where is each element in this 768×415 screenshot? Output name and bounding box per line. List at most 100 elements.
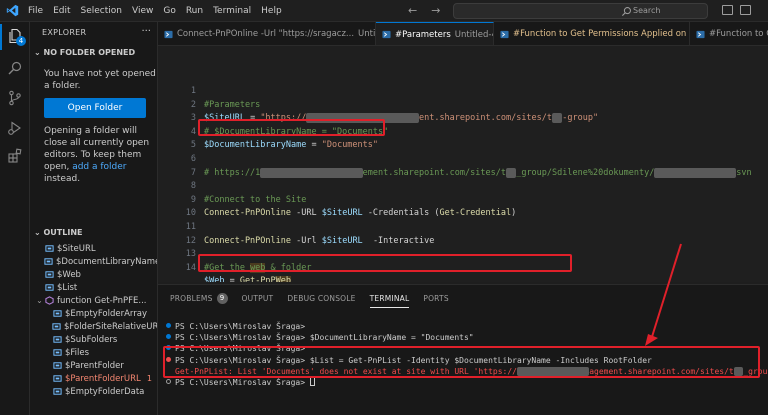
outline-item[interactable]: $FolderSiteRelativeURL [52, 320, 157, 333]
forward-arrow-icon[interactable]: → [431, 4, 440, 17]
code-line: 9 #Connect to the Site [158, 194, 768, 207]
line-number: 13 [185, 249, 196, 260]
code-token: ement.sharepoint.com/sites/t [362, 167, 506, 178]
panel-tab-debug-console[interactable]: DEBUG CONSOLE [287, 294, 355, 303]
outline-item[interactable]: $EmptyFolderData [52, 385, 157, 398]
menu-item-help[interactable]: Help [261, 6, 282, 16]
outline-item-label: $SiteURL [57, 243, 96, 254]
code-line: $Web = Get-PnPWeb [158, 275, 768, 282]
variable-symbol-icon [52, 374, 62, 384]
variable-symbol-icon [52, 335, 62, 345]
problem-count: 1 [146, 374, 152, 383]
run-debug-icon[interactable] [7, 120, 23, 136]
outline-item[interactable]: $Web [44, 268, 157, 281]
powershell-file-icon [696, 30, 705, 39]
panel-tab-label: PORTS [423, 293, 449, 303]
powershell-file-icon [382, 30, 391, 39]
panel-tab-output[interactable]: OUTPUT [242, 294, 274, 303]
outline-item[interactable]: $DocumentLibraryName [44, 255, 157, 268]
code-token: -Url [296, 235, 317, 246]
outline-section[interactable]: ⌄ OUTLINE [34, 228, 83, 237]
code-token: = [224, 276, 240, 282]
line-number: 8 [190, 181, 196, 192]
variable-symbol-icon [44, 283, 54, 293]
add-folder-link[interactable]: add a folder [72, 162, 126, 172]
outline-item[interactable]: ⌄ function Get-PnPFE... [36, 294, 157, 307]
panel-tab-ports[interactable]: PORTS [423, 294, 448, 303]
editor-tab[interactable]: #Function to Get All Permissions Applied [690, 22, 768, 45]
outline-item[interactable]: $ParentFolderURL 1 [52, 372, 157, 385]
menu-item-edit[interactable]: Edit [53, 6, 70, 16]
code-token: $SiteURL [321, 208, 363, 219]
command-center-search[interactable]: Search [453, 3, 708, 19]
code-token: $Web [204, 276, 225, 282]
no-folder-section[interactable]: ⌄ NO FOLDER OPENED [34, 48, 135, 57]
redacted-text: xx [552, 113, 563, 124]
code-token: "Documents" [321, 140, 379, 151]
code-token: Connect-PnPOnline [204, 235, 291, 246]
code-token: $DocumentLibraryName [204, 140, 307, 151]
source-control-icon[interactable] [7, 90, 23, 106]
line-number: 2 [190, 99, 196, 110]
outline-item[interactable]: $SiteURL [44, 242, 157, 255]
terminal-text: PS C:\Users\Miroslav Šraga> [175, 322, 306, 331]
search-icon[interactable] [7, 60, 23, 76]
extensions-icon[interactable] [7, 148, 23, 164]
line-number: 4 [190, 126, 196, 137]
code-editor[interactable]: 12#Parameters3$SiteURL = "https://xxxxxx… [158, 46, 768, 282]
menu-item-view[interactable]: View [132, 6, 153, 16]
terminal-text: PS C:\Users\Miroslav Šraga> [175, 378, 310, 387]
editor-tabs: Connect-PnPOnline -Url "https://sragacz.… [158, 22, 768, 46]
code-token: ( [429, 208, 440, 219]
outline-item[interactable]: $Files [52, 346, 157, 359]
more-actions-icon[interactable]: ··· [141, 26, 151, 37]
code-line: 2 #Parameters [158, 99, 768, 112]
function-symbol-icon: ⌄ [36, 296, 54, 306]
panel-tab-label: DEBUG CONSOLE [287, 293, 356, 303]
outline-item[interactable]: $SubFolders [52, 333, 157, 346]
editor-tab[interactable]: Connect-PnPOnline -Url "https://sragacz.… [158, 22, 376, 45]
outline-item-label: $List [57, 282, 78, 293]
outline-item[interactable]: $List [44, 281, 157, 294]
menu-item-go[interactable]: Go [163, 6, 175, 16]
code-content: $Web = Get-PnPWeb [204, 275, 292, 282]
code-token: -Interactive [372, 235, 435, 246]
variable-symbol-icon [44, 244, 54, 254]
outline-item-label: $ParentFolder [65, 360, 124, 371]
terminal-line: PS C:\Users\Miroslav Šraga> [166, 321, 766, 332]
line-number: 3 [190, 113, 196, 124]
variable-symbol-icon [52, 322, 61, 332]
code-token: Connect-PnPOnline [204, 208, 291, 219]
code-token: _group/Sdilene%20dokumenty/ [516, 167, 655, 178]
panel-tab-problems[interactable]: PROBLEMS 9 [170, 292, 228, 304]
open-folder-hint: Opening a folder will close all currentl… [44, 125, 156, 185]
outline-item[interactable]: $EmptyFolderArray [52, 307, 157, 320]
editor-tab[interactable]: #Function to Get Permissions Applied onU… [494, 22, 690, 45]
code-line: 5 $DocumentLibraryName = "Documents" [158, 139, 768, 152]
toggle-sidebar-icon[interactable] [722, 5, 733, 15]
search-icon [621, 7, 631, 17]
menu-item-file[interactable]: File [28, 6, 43, 16]
outline-item-label: function Get-PnPFE... [57, 295, 147, 306]
annotation-box-error [163, 346, 760, 378]
open-folder-button[interactable]: Open Folder [44, 98, 146, 118]
active-indicator [0, 24, 2, 50]
panel-tab-terminal[interactable]: TERMINAL [369, 294, 410, 308]
toggle-panel-icon[interactable] [740, 5, 751, 15]
line-number: 6 [190, 154, 196, 164]
outline-item[interactable]: $ParentFolder [52, 359, 157, 372]
code-token: -Credentials [367, 208, 430, 219]
menu-item-terminal[interactable]: Terminal [213, 6, 251, 16]
terminal-text: PS C:\Users\Miroslav Šraga> $DocumentLib… [175, 333, 474, 343]
code-content: $DocumentLibraryName = "Documents" [204, 139, 378, 152]
search-label: Search [633, 6, 661, 15]
menu-item-selection[interactable]: Selection [81, 6, 122, 16]
powershell-file-icon [164, 30, 173, 39]
code-content: Connect-PnPOnline -URL $SiteURL -Credent… [204, 207, 516, 220]
back-arrow-icon[interactable]: ← [408, 4, 417, 17]
menu-item-run[interactable]: Run [186, 6, 203, 16]
code-content: Connect-PnPOnline -Url $SiteURL -Interac… [204, 235, 434, 248]
variable-symbol-icon [44, 257, 53, 267]
editor-tab[interactable]: #ParametersUntitled-4 1 [376, 22, 494, 45]
